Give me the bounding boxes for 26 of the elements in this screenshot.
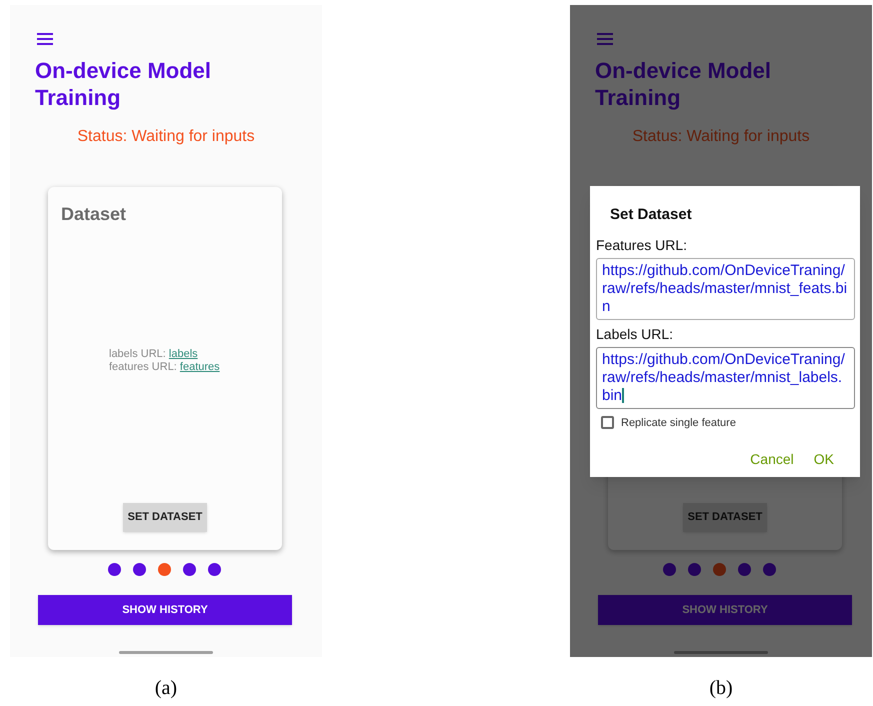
dialog-title: Set Dataset xyxy=(610,205,693,225)
app-title: On-device Model Training xyxy=(595,57,772,111)
dialog-button[interactable]: OK xyxy=(814,449,834,470)
url-link[interactable]: labels xyxy=(168,348,198,360)
checkbox[interactable] xyxy=(601,416,614,430)
field-label: Features URL: xyxy=(596,236,688,254)
app-title: On-device Model Training xyxy=(35,57,212,111)
url-link[interactable]: features xyxy=(180,360,220,372)
set-dataset-button[interactable]: SET DATASET xyxy=(683,503,767,532)
show-history-button[interactable]: SHOW HISTORY xyxy=(38,595,292,625)
url-line: labels URL: labels xyxy=(109,348,198,360)
url-field[interactable]: https://github.com/OnDeviceTraning/raw/refs/heads/master/mnist_labels.bin xyxy=(596,346,855,408)
show-history-button[interactable]: SHOW HISTORY xyxy=(598,595,852,625)
text-caret xyxy=(622,388,624,404)
url-line: features URL: features xyxy=(109,360,220,374)
set-dataset-button[interactable]: SET DATASET xyxy=(123,503,207,532)
field-label: Labels URL: xyxy=(596,324,674,344)
figure-caption: (a) xyxy=(154,676,178,701)
status-text: Status: Waiting for inputs xyxy=(632,127,810,147)
figure-caption: (b) xyxy=(708,676,734,701)
url-field[interactable]: https://github.com/OnDeviceTraning/raw/refs/heads/master/mnist_feats.bin xyxy=(596,258,855,320)
status-text: Status: Waiting for inputs xyxy=(77,127,255,147)
checkbox-label: Replicate single feature xyxy=(621,416,736,430)
menu-icon[interactable] xyxy=(37,33,53,45)
card-heading: Dataset xyxy=(60,203,128,226)
dialog-button[interactable]: Cancel xyxy=(750,449,794,470)
